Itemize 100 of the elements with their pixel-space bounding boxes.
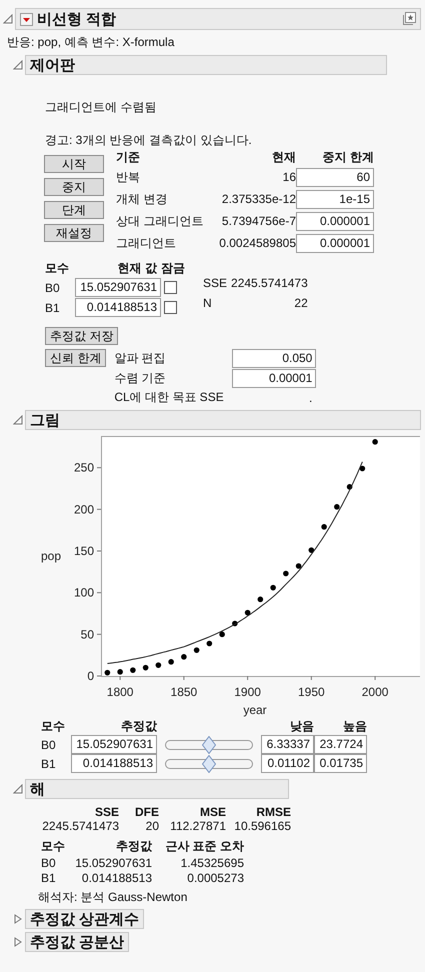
criterion-label: 개체 변경 <box>116 191 168 208</box>
parameter-name: B0 <box>45 280 61 294</box>
column-header: 중지 한계 <box>322 149 374 166</box>
column-header: DFE <box>134 805 159 819</box>
high-field[interactable]: 23.7724 <box>314 735 367 754</box>
data-point <box>142 664 148 670</box>
y-tick <box>96 508 102 510</box>
column-header: 기준 <box>116 149 141 166</box>
table-cell-text: 112.27871 <box>169 819 226 833</box>
y-tick-label: 50 <box>80 627 94 642</box>
data-point <box>258 596 264 602</box>
collapsed-triangle-icon[interactable] <box>13 937 23 947</box>
column-header: 현재 값 <box>116 260 158 277</box>
action-button[interactable]: 재설정 <box>44 224 104 242</box>
setting-field[interactable]: 0.00001 <box>232 369 316 388</box>
value-field[interactable]: 0.014188513 <box>75 298 161 317</box>
y-tick <box>96 550 102 552</box>
limit-field[interactable]: 0.000001 <box>296 212 374 230</box>
column-header: 근사 표준 오차 <box>164 838 244 855</box>
expanded-triangle-icon[interactable] <box>3 14 13 24</box>
limit-field[interactable]: 1e-15 <box>296 190 374 208</box>
y-tick-label: 100 <box>74 586 94 600</box>
x-tick <box>374 676 376 680</box>
y-tick <box>96 634 102 635</box>
table-cell-text: 0.0005273 <box>186 871 244 885</box>
status-text: 그래디언트에 수렴됨 <box>45 99 158 116</box>
x-tick <box>120 676 121 680</box>
section-title: 제어판 <box>30 56 75 74</box>
data-point <box>104 670 110 676</box>
data-point <box>308 547 314 553</box>
x-tick <box>310 676 312 680</box>
x-tick-label: 1900 <box>234 685 261 699</box>
current-value: 0.0024589805 <box>218 235 296 252</box>
parameter-name: B0 <box>41 738 57 752</box>
expanded-triangle-icon[interactable] <box>13 784 23 794</box>
data-point <box>232 620 238 626</box>
column-header: 높음 <box>342 718 367 735</box>
column-header: 모수 <box>41 838 66 855</box>
setting-field[interactable]: 0.050 <box>232 349 316 368</box>
confidence-limits-button[interactable]: 신뢰 한계 <box>45 349 106 367</box>
slider-thumb[interactable] <box>202 736 216 754</box>
section-title: 해 <box>30 780 45 798</box>
table-cell-text: 1.45325695 <box>180 856 244 870</box>
section-header[interactable]: 그림 <box>25 410 421 430</box>
setting-label: 알파 편집 <box>114 350 167 367</box>
action-button[interactable]: 단계 <box>44 201 104 219</box>
lock-checkbox[interactable] <box>164 301 177 314</box>
data-point <box>168 659 174 665</box>
data-point <box>181 654 187 660</box>
section-header[interactable]: 비선형 적합 <box>15 8 421 30</box>
current-value: 16 <box>282 169 296 186</box>
setting-value: . <box>308 390 314 404</box>
column-header: 추정값 <box>120 718 157 735</box>
setting-label: 수렴 기준 <box>114 370 167 387</box>
data-point <box>346 484 352 490</box>
y-tick <box>96 592 102 594</box>
slider-thumb[interactable] <box>202 754 216 772</box>
section-header[interactable]: 제어판 <box>25 55 387 75</box>
save-estimates-button[interactable]: 추정값 저장 <box>45 327 118 345</box>
data-point <box>321 524 327 530</box>
value-field[interactable]: 15.052907631 <box>75 278 161 297</box>
data-point <box>372 439 378 445</box>
high-field[interactable]: 0.01735 <box>314 754 367 773</box>
low-field[interactable]: 6.33337 <box>261 735 314 754</box>
column-header: MSE <box>198 805 226 819</box>
dropdown-menu-icon[interactable] <box>20 12 33 26</box>
parameter-name: B1 <box>41 756 57 770</box>
action-button[interactable]: 시작 <box>44 155 104 173</box>
x-tick-label: 1950 <box>298 685 325 699</box>
column-header: 모수 <box>41 718 66 735</box>
limit-field[interactable]: 0.000001 <box>296 234 374 252</box>
table-cell: 2245.5741473 <box>41 819 119 833</box>
section-title: 그림 <box>30 410 60 430</box>
action-button[interactable]: 중지 <box>44 178 104 196</box>
collapsed-triangle-icon[interactable] <box>13 914 23 924</box>
limit-field[interactable]: 60 <box>296 168 374 186</box>
expanded-triangle-icon[interactable] <box>13 415 23 425</box>
data-point <box>206 640 212 646</box>
stat-value: 22 <box>293 296 308 310</box>
x-tick-label: 1850 <box>170 685 198 699</box>
low-field[interactable]: 0.01102 <box>261 754 314 773</box>
y-tick-label: 150 <box>74 544 94 558</box>
star-icon[interactable] <box>402 12 416 26</box>
table-cell-text: 20 <box>144 819 159 833</box>
response-label: 반응: pop, 예측 변수: X-formula <box>6 34 176 51</box>
setting-label: CL에 대한 목표 SSE <box>114 389 225 406</box>
expanded-triangle-icon[interactable] <box>13 60 23 70</box>
x-tick <box>183 676 184 680</box>
section-header[interactable]: 해 <box>25 779 289 799</box>
value-field[interactable]: 15.052907631 <box>71 735 157 754</box>
value-field[interactable]: 0.014188513 <box>71 754 157 773</box>
lock-checkbox[interactable] <box>164 281 177 294</box>
x-tick-label: 1800 <box>106 685 134 699</box>
data-point <box>130 667 136 673</box>
column-header: 추정값 <box>115 838 152 855</box>
data-point <box>219 632 225 638</box>
stat-label: N <box>203 296 213 310</box>
y-tick <box>96 467 102 468</box>
section-title: 비선형 적합 <box>37 10 116 28</box>
stat-value: 2245.5741473 <box>231 276 308 290</box>
